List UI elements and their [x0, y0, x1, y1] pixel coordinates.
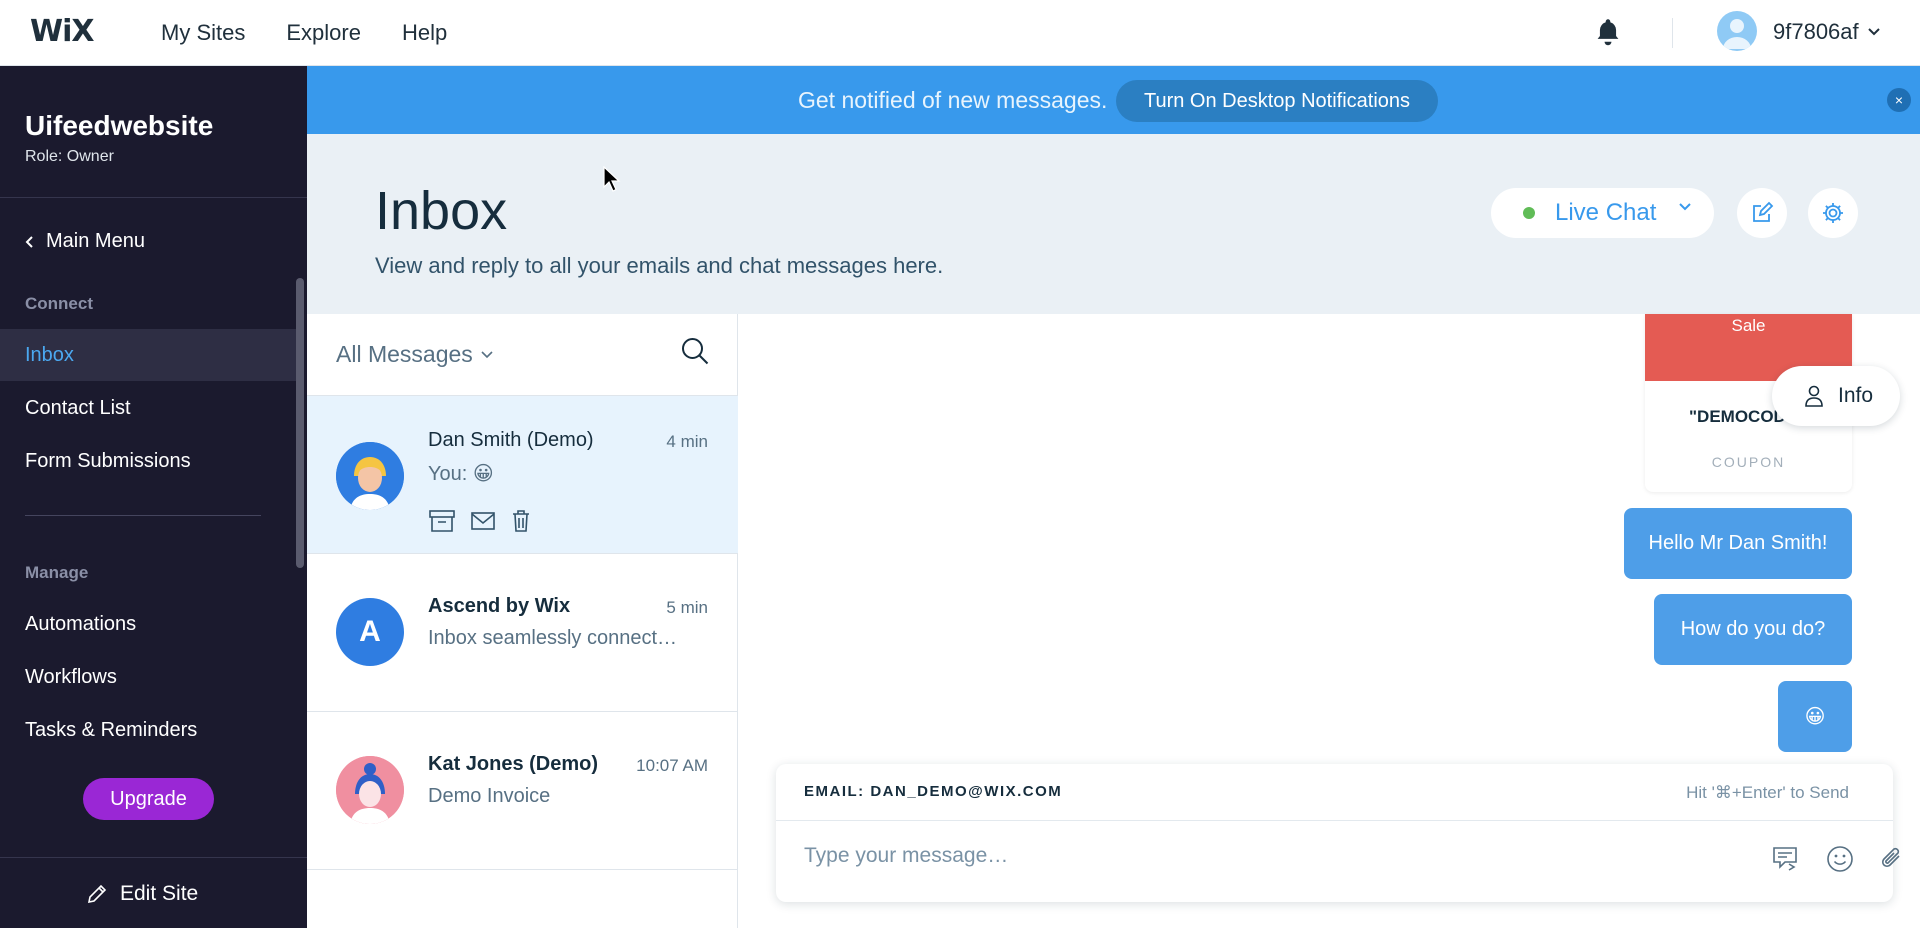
mail-icon[interactable]: [470, 508, 496, 534]
sidebar-item-contact-list[interactable]: Contact List: [0, 382, 296, 434]
sidebar-item-tasks-reminders[interactable]: Tasks & Reminders: [0, 704, 296, 756]
compose-icon: [1753, 201, 1774, 222]
conversation-item[interactable]: Dan Smith (Demo) 4 min You: 😀: [307, 396, 738, 554]
conversation-preview: Demo Invoice: [428, 785, 551, 807]
sidebar-divider: [25, 515, 261, 516]
pencil-icon: [87, 884, 107, 904]
nav-explore[interactable]: Explore: [286, 20, 361, 46]
account-name: 9f7806af: [1773, 19, 1859, 44]
conversation-name: Kat Jones (Demo): [428, 753, 599, 775]
conversation-actions: [428, 508, 532, 534]
person-icon: [1805, 385, 1823, 407]
user-avatar[interactable]: [1717, 11, 1757, 51]
settings-button[interactable]: [1808, 188, 1858, 238]
sidebar-scrollbar[interactable]: [296, 278, 304, 568]
emoji-icon[interactable]: [1825, 844, 1855, 874]
conversation-name: Ascend by Wix: [428, 595, 571, 617]
info-label: Info: [1838, 384, 1874, 407]
chat-message-bubble: 😀: [1778, 681, 1852, 752]
sidebar-item-automations[interactable]: Automations: [0, 598, 296, 650]
conversation-time: 10:07 AM: [636, 756, 708, 775]
chat-message-bubble: Hello Mr Dan Smith!: [1624, 508, 1852, 579]
conversation-preview: You: 😀: [428, 463, 494, 485]
section-manage-label: Manage: [25, 563, 89, 582]
account-menu[interactable]: 9f7806af: [1773, 19, 1881, 45]
conversation-list: All Messages Dan Smith (Demo) 4 min You:…: [307, 314, 738, 928]
avatar: [336, 442, 404, 510]
conversation-item[interactable]: A Ascend by Wix 5 min Inbox seamlessly c…: [307, 554, 738, 712]
chevron-down-icon: [481, 350, 493, 358]
banner-close-icon[interactable]: ×: [1887, 88, 1911, 112]
sidebar-item-inbox[interactable]: Inbox: [0, 329, 296, 381]
attachment-icon[interactable]: [1877, 844, 1907, 874]
nav-my-sites[interactable]: My Sites: [161, 20, 245, 46]
filter-label: All Messages: [336, 341, 473, 367]
main-menu-label: Main Menu: [46, 230, 145, 252]
turn-on-notifications-button[interactable]: Turn On Desktop Notifications: [1116, 80, 1438, 122]
chevron-down-icon: [1679, 203, 1691, 211]
chat-message-bubble: How do you do?: [1654, 594, 1852, 665]
section-connect-label: Connect: [25, 294, 93, 313]
sidebar-item-form-submissions[interactable]: Form Submissions: [0, 435, 296, 487]
mouse-cursor-icon: [603, 166, 621, 192]
search-icon[interactable]: [680, 336, 710, 366]
page-title: Inbox: [375, 181, 508, 241]
gear-icon: [1823, 203, 1843, 223]
upgrade-button[interactable]: Upgrade: [83, 778, 214, 820]
topbar-divider: [1672, 18, 1673, 48]
message-filter-dropdown[interactable]: All Messages: [336, 341, 493, 368]
live-chat-dropdown[interactable]: Live Chat: [1491, 188, 1714, 238]
avatar: A: [336, 598, 404, 666]
avatar-letter: A: [359, 615, 381, 648]
edit-site-label: Edit Site: [120, 882, 199, 905]
list-header: All Messages: [307, 314, 738, 396]
top-nav: My Sites Explore Help: [161, 20, 447, 46]
top-bar: WiX My Sites Explore Help 9f7806af: [0, 0, 1920, 66]
edit-site-button[interactable]: Edit Site: [86, 882, 198, 906]
person-avatar-icon: [336, 756, 404, 824]
user-icon: [1723, 19, 1751, 49]
message-input[interactable]: [804, 844, 1684, 868]
sidebar: Uifeedwebsite Role: Owner Main Menu Conn…: [0, 66, 307, 928]
conversation-preview: Inbox seamlessly connect…: [428, 627, 678, 649]
sidebar-divider: [0, 857, 307, 858]
banner-text: Get notified of new messages.: [798, 87, 1108, 113]
recipient-email: EMAIL: DAN_DEMO@WIX.COM: [804, 783, 1063, 800]
main-menu-button[interactable]: Main Menu: [25, 230, 145, 253]
sidebar-divider: [0, 197, 307, 198]
nav-help[interactable]: Help: [402, 20, 447, 46]
person-avatar-icon: [336, 442, 404, 510]
conversation-name: Dan Smith (Demo): [428, 429, 594, 451]
page-subtitle: View and reply to all your emails and ch…: [375, 253, 944, 278]
conversation-item[interactable]: Kat Jones (Demo) 10:07 AM Demo Invoice: [307, 712, 738, 870]
compose-button[interactable]: [1737, 188, 1787, 238]
chat-pane: Sale "DEMOCODE" COUPON Info Hello Mr Dan…: [738, 314, 1920, 928]
avatar: [336, 756, 404, 824]
coupon-label: COUPON: [1711, 454, 1786, 470]
live-chat-label: Live Chat: [1555, 199, 1657, 226]
message-composer: EMAIL: DAN_DEMO@WIX.COM Hit '⌘+Enter' to…: [776, 764, 1900, 902]
info-button[interactable]: Info: [1772, 366, 1900, 426]
notification-banner: Get notified of new messages. Turn On De…: [307, 66, 1920, 134]
chevron-left-icon: [25, 235, 33, 248]
inbox-header: Inbox View and reply to all your emails …: [307, 134, 1920, 314]
trash-icon[interactable]: [510, 508, 532, 534]
site-role: Role: Owner: [25, 148, 114, 165]
bell-icon[interactable]: [1594, 17, 1622, 47]
composer-divider: [776, 820, 1893, 821]
wix-logo[interactable]: WiX: [30, 14, 95, 49]
chevron-down-icon: [1867, 28, 1880, 36]
sidebar-item-workflows[interactable]: Workflows: [0, 651, 296, 703]
site-name: Uifeedwebsite: [25, 110, 214, 141]
conversation-time: 5 min: [666, 598, 708, 617]
template-icon[interactable]: [1771, 844, 1801, 874]
online-status-dot: [1523, 207, 1535, 219]
conversation-time: 4 min: [666, 432, 708, 451]
archive-icon[interactable]: [428, 508, 456, 534]
send-hint: Hit '⌘+Enter' to Send: [1686, 783, 1849, 802]
